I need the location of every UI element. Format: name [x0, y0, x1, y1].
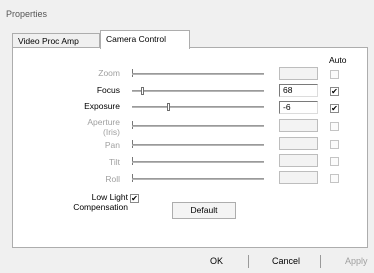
exposure-slider[interactable] [132, 103, 264, 111]
focus-slider-thumb[interactable] [141, 87, 144, 95]
cancel-button[interactable]: Cancel [272, 256, 300, 266]
exposure-slider-thumb[interactable] [167, 103, 170, 111]
focus-label: Focus [96, 85, 120, 95]
tab-video-proc-amp[interactable]: Video Proc Amp [12, 33, 100, 48]
focus-auto-checkbox[interactable] [330, 87, 339, 96]
auto-column-header: Auto [329, 55, 347, 65]
roll-auto-checkbox [330, 174, 339, 183]
pan-value [279, 137, 318, 150]
pan-slider [132, 144, 264, 146]
roll-value [279, 171, 318, 184]
exposure-label: Exposure [84, 101, 120, 111]
aperture-label-line2: (Iris) [103, 127, 120, 137]
zoom-value [279, 67, 318, 80]
apply-button[interactable]: Apply [345, 256, 368, 266]
roll-label: Roll [105, 174, 120, 184]
tab-camera-control[interactable]: Camera Control [100, 30, 190, 49]
roll-slider [132, 178, 264, 180]
aperture-label: Aperture (Iris) [87, 117, 120, 137]
window-title: Properties [6, 9, 48, 19]
low-light-label: Low Light Compensation [60, 192, 128, 212]
button-separator [320, 255, 321, 268]
focus-slider[interactable] [132, 87, 264, 95]
pan-label: Pan [104, 140, 120, 150]
exposure-value[interactable]: -6 [279, 101, 318, 114]
low-light-checkbox[interactable] [130, 194, 139, 203]
focus-value[interactable]: 68 [279, 84, 318, 97]
default-button[interactable]: Default [172, 202, 236, 219]
zoom-auto-checkbox [330, 70, 339, 79]
ok-button[interactable]: OK [210, 256, 223, 266]
pan-auto-checkbox [330, 140, 339, 149]
tilt-label: Tilt [108, 157, 120, 167]
button-separator [248, 255, 249, 268]
zoom-slider [132, 73, 264, 75]
tilt-slider [132, 161, 264, 163]
aperture-label-line1: Aperture [87, 117, 120, 127]
tilt-value [279, 154, 318, 167]
tilt-auto-checkbox [330, 157, 339, 166]
aperture-auto-checkbox [330, 122, 339, 131]
aperture-slider [132, 125, 264, 127]
zoom-label: Zoom [98, 68, 120, 78]
exposure-auto-checkbox[interactable] [330, 104, 339, 113]
aperture-value [279, 119, 318, 132]
low-light-label-line1: Low Light [91, 192, 128, 202]
low-light-label-line2: Compensation [73, 202, 128, 212]
